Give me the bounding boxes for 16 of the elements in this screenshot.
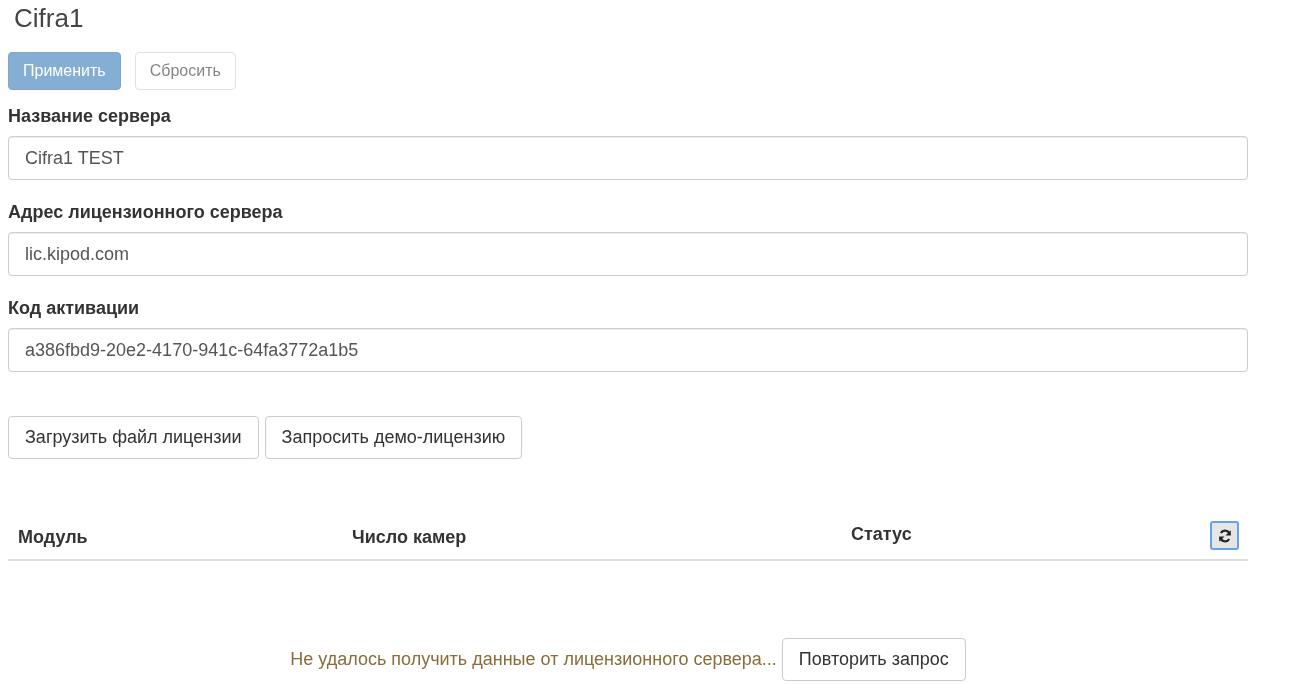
retry-button[interactable]: Повторить запрос [781, 638, 966, 681]
refresh-icon [1217, 528, 1232, 543]
input-field[interactable]: Cifra1 TEST [8, 136, 1248, 180]
upload-license-button[interactable]: Загрузить файл лицензии [8, 416, 259, 459]
field-label: Код активации [8, 297, 140, 319]
input-field[interactable]: a386fbd9-20e2-4170-941c-64fa3772a1b5 [8, 328, 1248, 372]
field-label: Название сервера [8, 105, 171, 127]
column-header: Модуль [17, 526, 89, 548]
request-demo-button[interactable]: Запросить демо-лицензию [264, 416, 523, 459]
page-title: Cifra1 [13, 2, 85, 35]
field-label: Адрес лицензионного сервера [8, 201, 283, 223]
error-message: Не удалось получить данные от лицензионного сервера... [290, 649, 777, 670]
column-header: Статус [850, 523, 913, 545]
input-field[interactable]: lic.kipod.com [8, 232, 1248, 276]
column-header: Число камер [351, 526, 468, 548]
refresh-button[interactable] [1210, 521, 1239, 550]
